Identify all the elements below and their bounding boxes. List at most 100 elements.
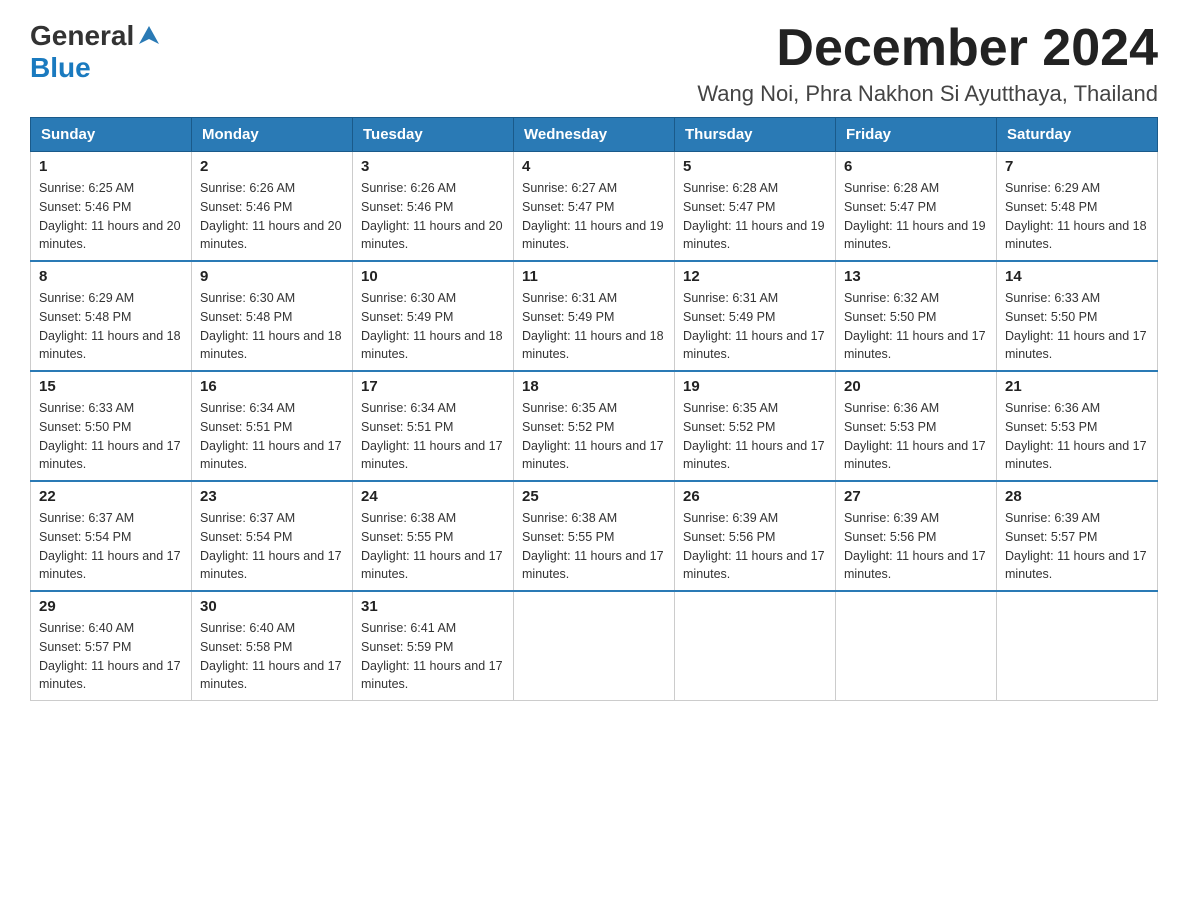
- calendar-cell: 23 Sunrise: 6:37 AM Sunset: 5:54 PM Dayl…: [192, 481, 353, 591]
- sunrise-label: Sunrise: 6:28 AM: [683, 181, 778, 195]
- calendar-cell: 5 Sunrise: 6:28 AM Sunset: 5:47 PM Dayli…: [675, 152, 836, 262]
- daylight-label: Daylight: 11 hours and 19 minutes.: [683, 219, 825, 252]
- day-info: Sunrise: 6:39 AM Sunset: 5:56 PM Dayligh…: [683, 509, 827, 584]
- calendar-cell: 8 Sunrise: 6:29 AM Sunset: 5:48 PM Dayli…: [31, 261, 192, 371]
- day-number: 9: [200, 268, 344, 285]
- header-wednesday: Wednesday: [514, 118, 675, 152]
- daylight-label: Daylight: 11 hours and 17 minutes.: [1005, 439, 1147, 472]
- sunset-label: Sunset: 5:56 PM: [683, 530, 775, 544]
- calendar-week-row: 8 Sunrise: 6:29 AM Sunset: 5:48 PM Dayli…: [31, 261, 1158, 371]
- day-number: 18: [522, 378, 666, 395]
- daylight-label: Daylight: 11 hours and 18 minutes.: [1005, 219, 1147, 252]
- day-info: Sunrise: 6:36 AM Sunset: 5:53 PM Dayligh…: [844, 399, 988, 474]
- calendar-cell: 25 Sunrise: 6:38 AM Sunset: 5:55 PM Dayl…: [514, 481, 675, 591]
- day-number: 3: [361, 158, 505, 175]
- calendar-cell: 24 Sunrise: 6:38 AM Sunset: 5:55 PM Dayl…: [353, 481, 514, 591]
- daylight-label: Daylight: 11 hours and 17 minutes.: [200, 439, 342, 472]
- daylight-label: Daylight: 11 hours and 19 minutes.: [522, 219, 664, 252]
- sunrise-label: Sunrise: 6:33 AM: [1005, 291, 1100, 305]
- sunrise-label: Sunrise: 6:35 AM: [683, 401, 778, 415]
- sunset-label: Sunset: 5:53 PM: [844, 420, 936, 434]
- sunrise-label: Sunrise: 6:27 AM: [522, 181, 617, 195]
- sunrise-label: Sunrise: 6:30 AM: [200, 291, 295, 305]
- sunset-label: Sunset: 5:52 PM: [522, 420, 614, 434]
- day-info: Sunrise: 6:39 AM Sunset: 5:57 PM Dayligh…: [1005, 509, 1149, 584]
- calendar-cell: 4 Sunrise: 6:27 AM Sunset: 5:47 PM Dayli…: [514, 152, 675, 262]
- calendar-cell: 15 Sunrise: 6:33 AM Sunset: 5:50 PM Dayl…: [31, 371, 192, 481]
- day-number: 15: [39, 378, 183, 395]
- day-info: Sunrise: 6:33 AM Sunset: 5:50 PM Dayligh…: [39, 399, 183, 474]
- day-number: 28: [1005, 488, 1149, 505]
- sunrise-label: Sunrise: 6:36 AM: [1005, 401, 1100, 415]
- calendar-cell: 6 Sunrise: 6:28 AM Sunset: 5:47 PM Dayli…: [836, 152, 997, 262]
- day-number: 17: [361, 378, 505, 395]
- calendar-cell: 28 Sunrise: 6:39 AM Sunset: 5:57 PM Dayl…: [997, 481, 1158, 591]
- calendar-cell: 29 Sunrise: 6:40 AM Sunset: 5:57 PM Dayl…: [31, 591, 192, 701]
- calendar-cell: 31 Sunrise: 6:41 AM Sunset: 5:59 PM Dayl…: [353, 591, 514, 701]
- daylight-label: Daylight: 11 hours and 17 minutes.: [844, 549, 986, 582]
- daylight-label: Daylight: 11 hours and 17 minutes.: [683, 439, 825, 472]
- sunset-label: Sunset: 5:51 PM: [200, 420, 292, 434]
- sunset-label: Sunset: 5:46 PM: [361, 200, 453, 214]
- day-number: 13: [844, 268, 988, 285]
- daylight-label: Daylight: 11 hours and 17 minutes.: [39, 549, 181, 582]
- day-info: Sunrise: 6:28 AM Sunset: 5:47 PM Dayligh…: [844, 179, 988, 254]
- daylight-label: Daylight: 11 hours and 18 minutes.: [39, 329, 181, 362]
- calendar-cell: 12 Sunrise: 6:31 AM Sunset: 5:49 PM Dayl…: [675, 261, 836, 371]
- sunrise-label: Sunrise: 6:41 AM: [361, 621, 456, 635]
- calendar-header: Sunday Monday Tuesday Wednesday Thursday…: [31, 118, 1158, 152]
- daylight-label: Daylight: 11 hours and 17 minutes.: [1005, 329, 1147, 362]
- calendar-cell: 16 Sunrise: 6:34 AM Sunset: 5:51 PM Dayl…: [192, 371, 353, 481]
- calendar-cell: [836, 591, 997, 701]
- calendar-week-row: 15 Sunrise: 6:33 AM Sunset: 5:50 PM Dayl…: [31, 371, 1158, 481]
- sunrise-label: Sunrise: 6:25 AM: [39, 181, 134, 195]
- calendar-cell: [675, 591, 836, 701]
- day-number: 1: [39, 158, 183, 175]
- sunset-label: Sunset: 5:51 PM: [361, 420, 453, 434]
- header-thursday: Thursday: [675, 118, 836, 152]
- calendar-cell: 9 Sunrise: 6:30 AM Sunset: 5:48 PM Dayli…: [192, 261, 353, 371]
- day-info: Sunrise: 6:26 AM Sunset: 5:46 PM Dayligh…: [200, 179, 344, 254]
- day-number: 25: [522, 488, 666, 505]
- logo-arrow-icon: [135, 22, 163, 50]
- sunset-label: Sunset: 5:47 PM: [844, 200, 936, 214]
- sunrise-label: Sunrise: 6:26 AM: [200, 181, 295, 195]
- sunset-label: Sunset: 5:55 PM: [522, 530, 614, 544]
- sunrise-label: Sunrise: 6:31 AM: [522, 291, 617, 305]
- sunrise-label: Sunrise: 6:34 AM: [361, 401, 456, 415]
- daylight-label: Daylight: 11 hours and 17 minutes.: [200, 549, 342, 582]
- daylight-label: Daylight: 11 hours and 18 minutes.: [361, 329, 503, 362]
- calendar-cell: 20 Sunrise: 6:36 AM Sunset: 5:53 PM Dayl…: [836, 371, 997, 481]
- daylight-label: Daylight: 11 hours and 17 minutes.: [844, 329, 986, 362]
- day-info: Sunrise: 6:37 AM Sunset: 5:54 PM Dayligh…: [200, 509, 344, 584]
- header-monday: Monday: [192, 118, 353, 152]
- sunset-label: Sunset: 5:50 PM: [39, 420, 131, 434]
- sunset-label: Sunset: 5:50 PM: [1005, 310, 1097, 324]
- day-info: Sunrise: 6:32 AM Sunset: 5:50 PM Dayligh…: [844, 289, 988, 364]
- sunrise-label: Sunrise: 6:26 AM: [361, 181, 456, 195]
- sunset-label: Sunset: 5:48 PM: [39, 310, 131, 324]
- title-section: December 2024 Wang Noi, Phra Nakhon Si A…: [697, 20, 1158, 107]
- calendar-table: Sunday Monday Tuesday Wednesday Thursday…: [30, 117, 1158, 701]
- daylight-label: Daylight: 11 hours and 17 minutes.: [522, 439, 664, 472]
- day-number: 10: [361, 268, 505, 285]
- day-info: Sunrise: 6:41 AM Sunset: 5:59 PM Dayligh…: [361, 619, 505, 694]
- day-number: 4: [522, 158, 666, 175]
- daylight-label: Daylight: 11 hours and 18 minutes.: [522, 329, 664, 362]
- sunrise-label: Sunrise: 6:30 AM: [361, 291, 456, 305]
- sunrise-label: Sunrise: 6:39 AM: [1005, 511, 1100, 525]
- calendar-cell: 3 Sunrise: 6:26 AM Sunset: 5:46 PM Dayli…: [353, 152, 514, 262]
- daylight-label: Daylight: 11 hours and 17 minutes.: [39, 439, 181, 472]
- sunset-label: Sunset: 5:58 PM: [200, 640, 292, 654]
- day-number: 20: [844, 378, 988, 395]
- day-info: Sunrise: 6:26 AM Sunset: 5:46 PM Dayligh…: [361, 179, 505, 254]
- day-info: Sunrise: 6:30 AM Sunset: 5:48 PM Dayligh…: [200, 289, 344, 364]
- sunset-label: Sunset: 5:52 PM: [683, 420, 775, 434]
- sunrise-label: Sunrise: 6:37 AM: [200, 511, 295, 525]
- sunrise-label: Sunrise: 6:29 AM: [39, 291, 134, 305]
- day-number: 2: [200, 158, 344, 175]
- day-number: 23: [200, 488, 344, 505]
- daylight-label: Daylight: 11 hours and 17 minutes.: [361, 549, 503, 582]
- day-info: Sunrise: 6:33 AM Sunset: 5:50 PM Dayligh…: [1005, 289, 1149, 364]
- page-header: General Blue December 2024 Wang Noi, Phr…: [30, 20, 1158, 107]
